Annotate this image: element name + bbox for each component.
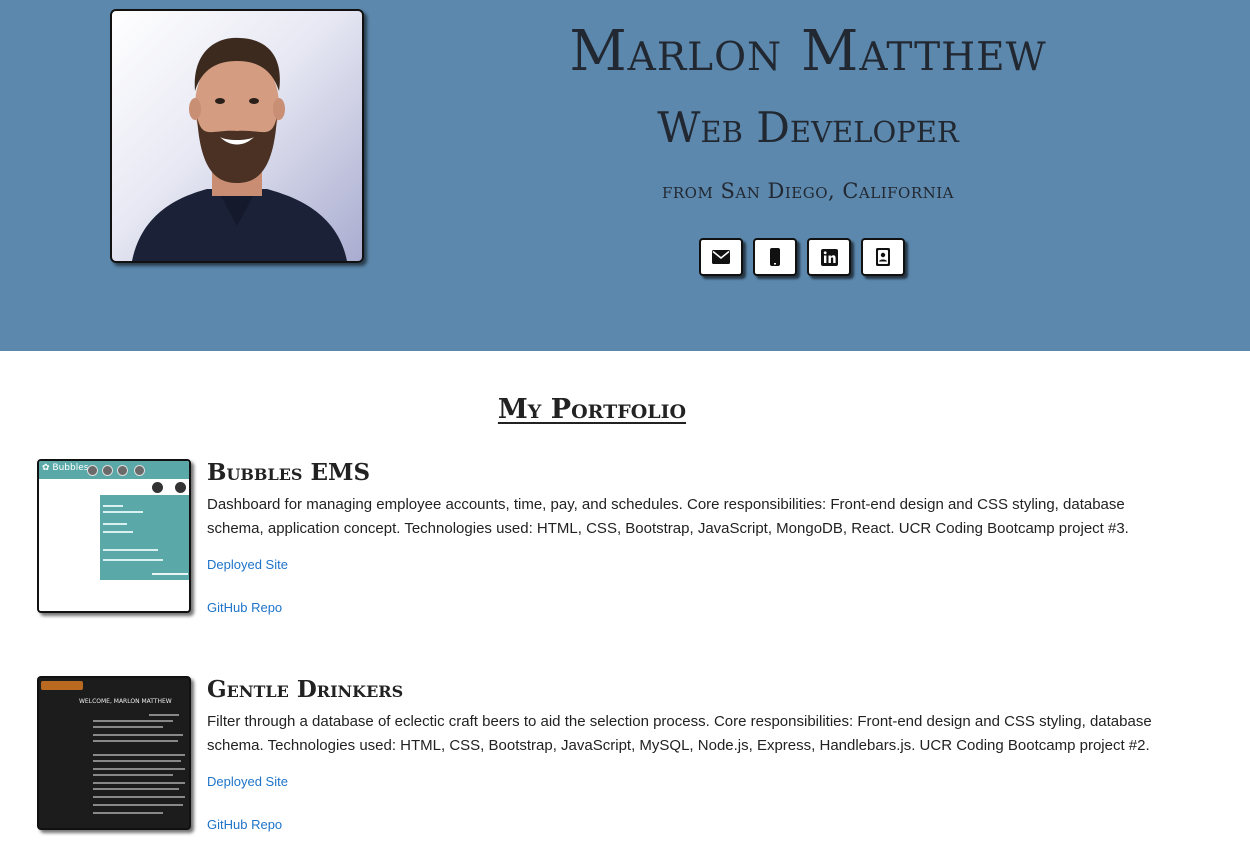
mobile-phone-icon xyxy=(770,248,780,266)
envelope-icon xyxy=(712,250,730,264)
portfolio-heading: My Portfolio xyxy=(497,394,687,425)
deployed-site-link[interactable]: Deployed Site xyxy=(207,556,1167,574)
github-repo-link[interactable]: GitHub Repo xyxy=(207,816,1167,834)
contact-card-button[interactable] xyxy=(861,238,905,276)
project-thumbnail[interactable]: WELCOME, MARLON MATTHEW xyxy=(37,676,191,830)
location: from San Diego, California xyxy=(661,179,955,203)
contact-buttons xyxy=(699,238,905,276)
person-name: Marlon Matthew xyxy=(569,19,1047,84)
project-thumbnail[interactable]: ✿ Bubbles xyxy=(37,459,191,613)
project-title: Gentle Drinkers xyxy=(207,676,404,703)
project-title: Bubbles EMS xyxy=(207,459,371,486)
linkedin-icon xyxy=(820,248,838,266)
phone-button[interactable] xyxy=(753,238,797,276)
project-body: Gentle Drinkers Filter through a databas… xyxy=(207,676,1167,834)
deployed-site-link[interactable]: Deployed Site xyxy=(207,773,1167,791)
project-body: Bubbles EMS Dashboard for managing emplo… xyxy=(207,459,1167,617)
profile-photo xyxy=(110,9,364,263)
contact-card-icon xyxy=(876,248,890,266)
job-title: Web Developer xyxy=(657,103,959,152)
linkedin-button[interactable] xyxy=(807,238,851,276)
github-repo-link[interactable]: GitHub Repo xyxy=(207,599,1167,617)
hero-header: Marlon Matthew Web Developer from San Di… xyxy=(0,0,1250,351)
project-description: Filter through a database of eclectic cr… xyxy=(207,713,1152,754)
project-description: Dashboard for managing employee accounts… xyxy=(207,496,1129,537)
email-button[interactable] xyxy=(699,238,743,276)
hero-text: Marlon Matthew Web Developer from San Di… xyxy=(520,0,1096,205)
